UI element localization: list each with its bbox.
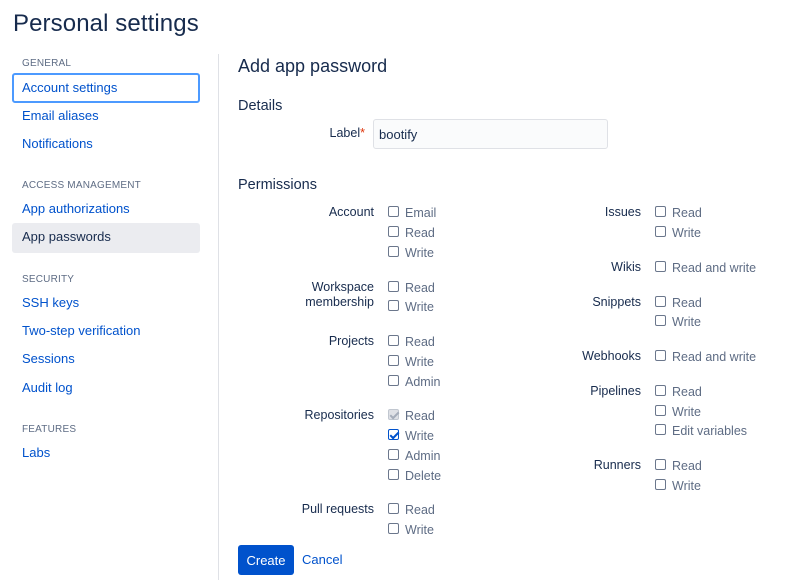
projects-admin-checkbox[interactable] (388, 375, 399, 386)
issues-read-checkbox[interactable] (655, 206, 666, 217)
sidebar-item-two-step-verification[interactable]: Two-step verification (12, 317, 200, 347)
pipelines-write-label: Write (672, 405, 701, 419)
perm-label-workspace-membership: Workspace membership (305, 280, 374, 309)
workspace-write-label: Write (405, 300, 434, 314)
pull-requests-write-checkbox[interactable] (388, 523, 399, 534)
perm-label-pipelines: Pipelines (590, 384, 641, 398)
account-write-label: Write (405, 246, 434, 260)
pipelines-read-checkbox[interactable] (655, 385, 666, 396)
wikis-read-write-label: Read and write (672, 261, 757, 275)
issues-read-label: Read (672, 206, 702, 220)
workspace-write-checkbox[interactable] (388, 300, 399, 311)
perm-label-runners: Runners (593, 458, 641, 472)
pipelines-write-checkbox[interactable] (655, 405, 666, 416)
runners-read-label: Read (672, 459, 702, 473)
form-title: Add app password (238, 56, 388, 76)
sidebar-item-audit-log[interactable]: Audit log (12, 374, 200, 404)
account-read-label: Read (405, 226, 435, 240)
webhooks-read-write-label: Read and write (672, 350, 757, 364)
required-indicator: * (360, 126, 365, 140)
repositories-read-checkbox (388, 409, 399, 420)
sidebar-section-features: FEATURES (22, 424, 77, 435)
wikis-read-write-checkbox[interactable] (655, 261, 666, 272)
repositories-write-checkbox[interactable] (388, 429, 399, 440)
perm-label-projects: Projects (328, 334, 374, 348)
label-field-label: Label* (329, 126, 365, 140)
label-input[interactable] (373, 119, 608, 149)
sidebar-divider (218, 54, 219, 580)
sidebar-item-notifications[interactable]: Notifications (12, 130, 200, 160)
perm-label-snippets: Snippets (592, 295, 641, 309)
account-write-checkbox[interactable] (388, 246, 399, 257)
snippets-read-checkbox[interactable] (655, 296, 666, 307)
repositories-read-label: Read (405, 409, 435, 423)
permissions-heading: Permissions (238, 177, 317, 193)
runners-read-checkbox[interactable] (655, 459, 666, 470)
repositories-admin-checkbox[interactable] (388, 449, 399, 460)
perm-label-wikis: Wikis (611, 260, 641, 274)
details-heading: Details (238, 98, 283, 114)
snippets-read-label: Read (672, 296, 702, 310)
perm-label-webhooks: Webhooks (582, 349, 641, 363)
projects-admin-label: Admin (405, 375, 441, 389)
pipelines-edit-variables-checkbox[interactable] (655, 424, 666, 435)
sidebar-item-email-aliases[interactable]: Email aliases (12, 102, 200, 132)
pipelines-edit-variables-label: Edit variables (672, 424, 748, 438)
projects-write-checkbox[interactable] (388, 355, 399, 366)
pull-requests-read-label: Read (405, 503, 435, 517)
pipelines-read-label: Read (672, 385, 702, 399)
account-email-checkbox[interactable] (388, 206, 399, 217)
account-read-checkbox[interactable] (388, 226, 399, 237)
projects-write-label: Write (405, 355, 434, 369)
create-button[interactable]: Create (238, 545, 294, 575)
pull-requests-write-label: Write (405, 523, 434, 537)
workspace-read-label: Read (405, 281, 435, 295)
sidebar-section-access-management: ACCESS MANAGEMENT (22, 180, 141, 191)
repositories-delete-label: Delete (405, 469, 442, 483)
sidebar-item-sessions[interactable]: Sessions (12, 345, 200, 375)
snippets-write-label: Write (672, 315, 701, 329)
perm-label-pull-requests: Pull requests (301, 502, 374, 516)
projects-read-checkbox[interactable] (388, 335, 399, 346)
perm-label-issues: Issues (604, 205, 641, 219)
sidebar-section-security: SECURITY (22, 274, 75, 285)
perm-label-account: Account (328, 205, 374, 219)
sidebar-item-labs[interactable]: Labs (12, 439, 200, 469)
sidebar-item-ssh-keys[interactable]: SSH keys (12, 289, 200, 319)
snippets-write-checkbox[interactable] (655, 315, 666, 326)
workspace-read-checkbox[interactable] (388, 281, 399, 292)
perm-label-repositories: Repositories (304, 408, 374, 422)
sidebar-item-account-settings[interactable]: Account settings (12, 73, 200, 103)
account-email-label: Email (405, 206, 437, 220)
repositories-delete-checkbox[interactable] (388, 469, 399, 480)
runners-write-checkbox[interactable] (655, 479, 666, 490)
projects-read-label: Read (405, 335, 435, 349)
pull-requests-read-checkbox[interactable] (388, 503, 399, 514)
issues-write-checkbox[interactable] (655, 226, 666, 237)
sidebar-section-general: GENERAL (22, 58, 72, 69)
sidebar-item-app-passwords[interactable]: App passwords (12, 223, 200, 253)
repositories-admin-label: Admin (405, 449, 441, 463)
cancel-button[interactable]: Cancel (302, 552, 342, 567)
issues-write-label: Write (672, 226, 701, 240)
repositories-write-label: Write (405, 429, 434, 443)
webhooks-read-write-checkbox[interactable] (655, 350, 666, 361)
page-title: Personal settings (13, 10, 199, 37)
runners-write-label: Write (672, 479, 701, 493)
sidebar-item-app-authorizations[interactable]: App authorizations (12, 195, 200, 225)
